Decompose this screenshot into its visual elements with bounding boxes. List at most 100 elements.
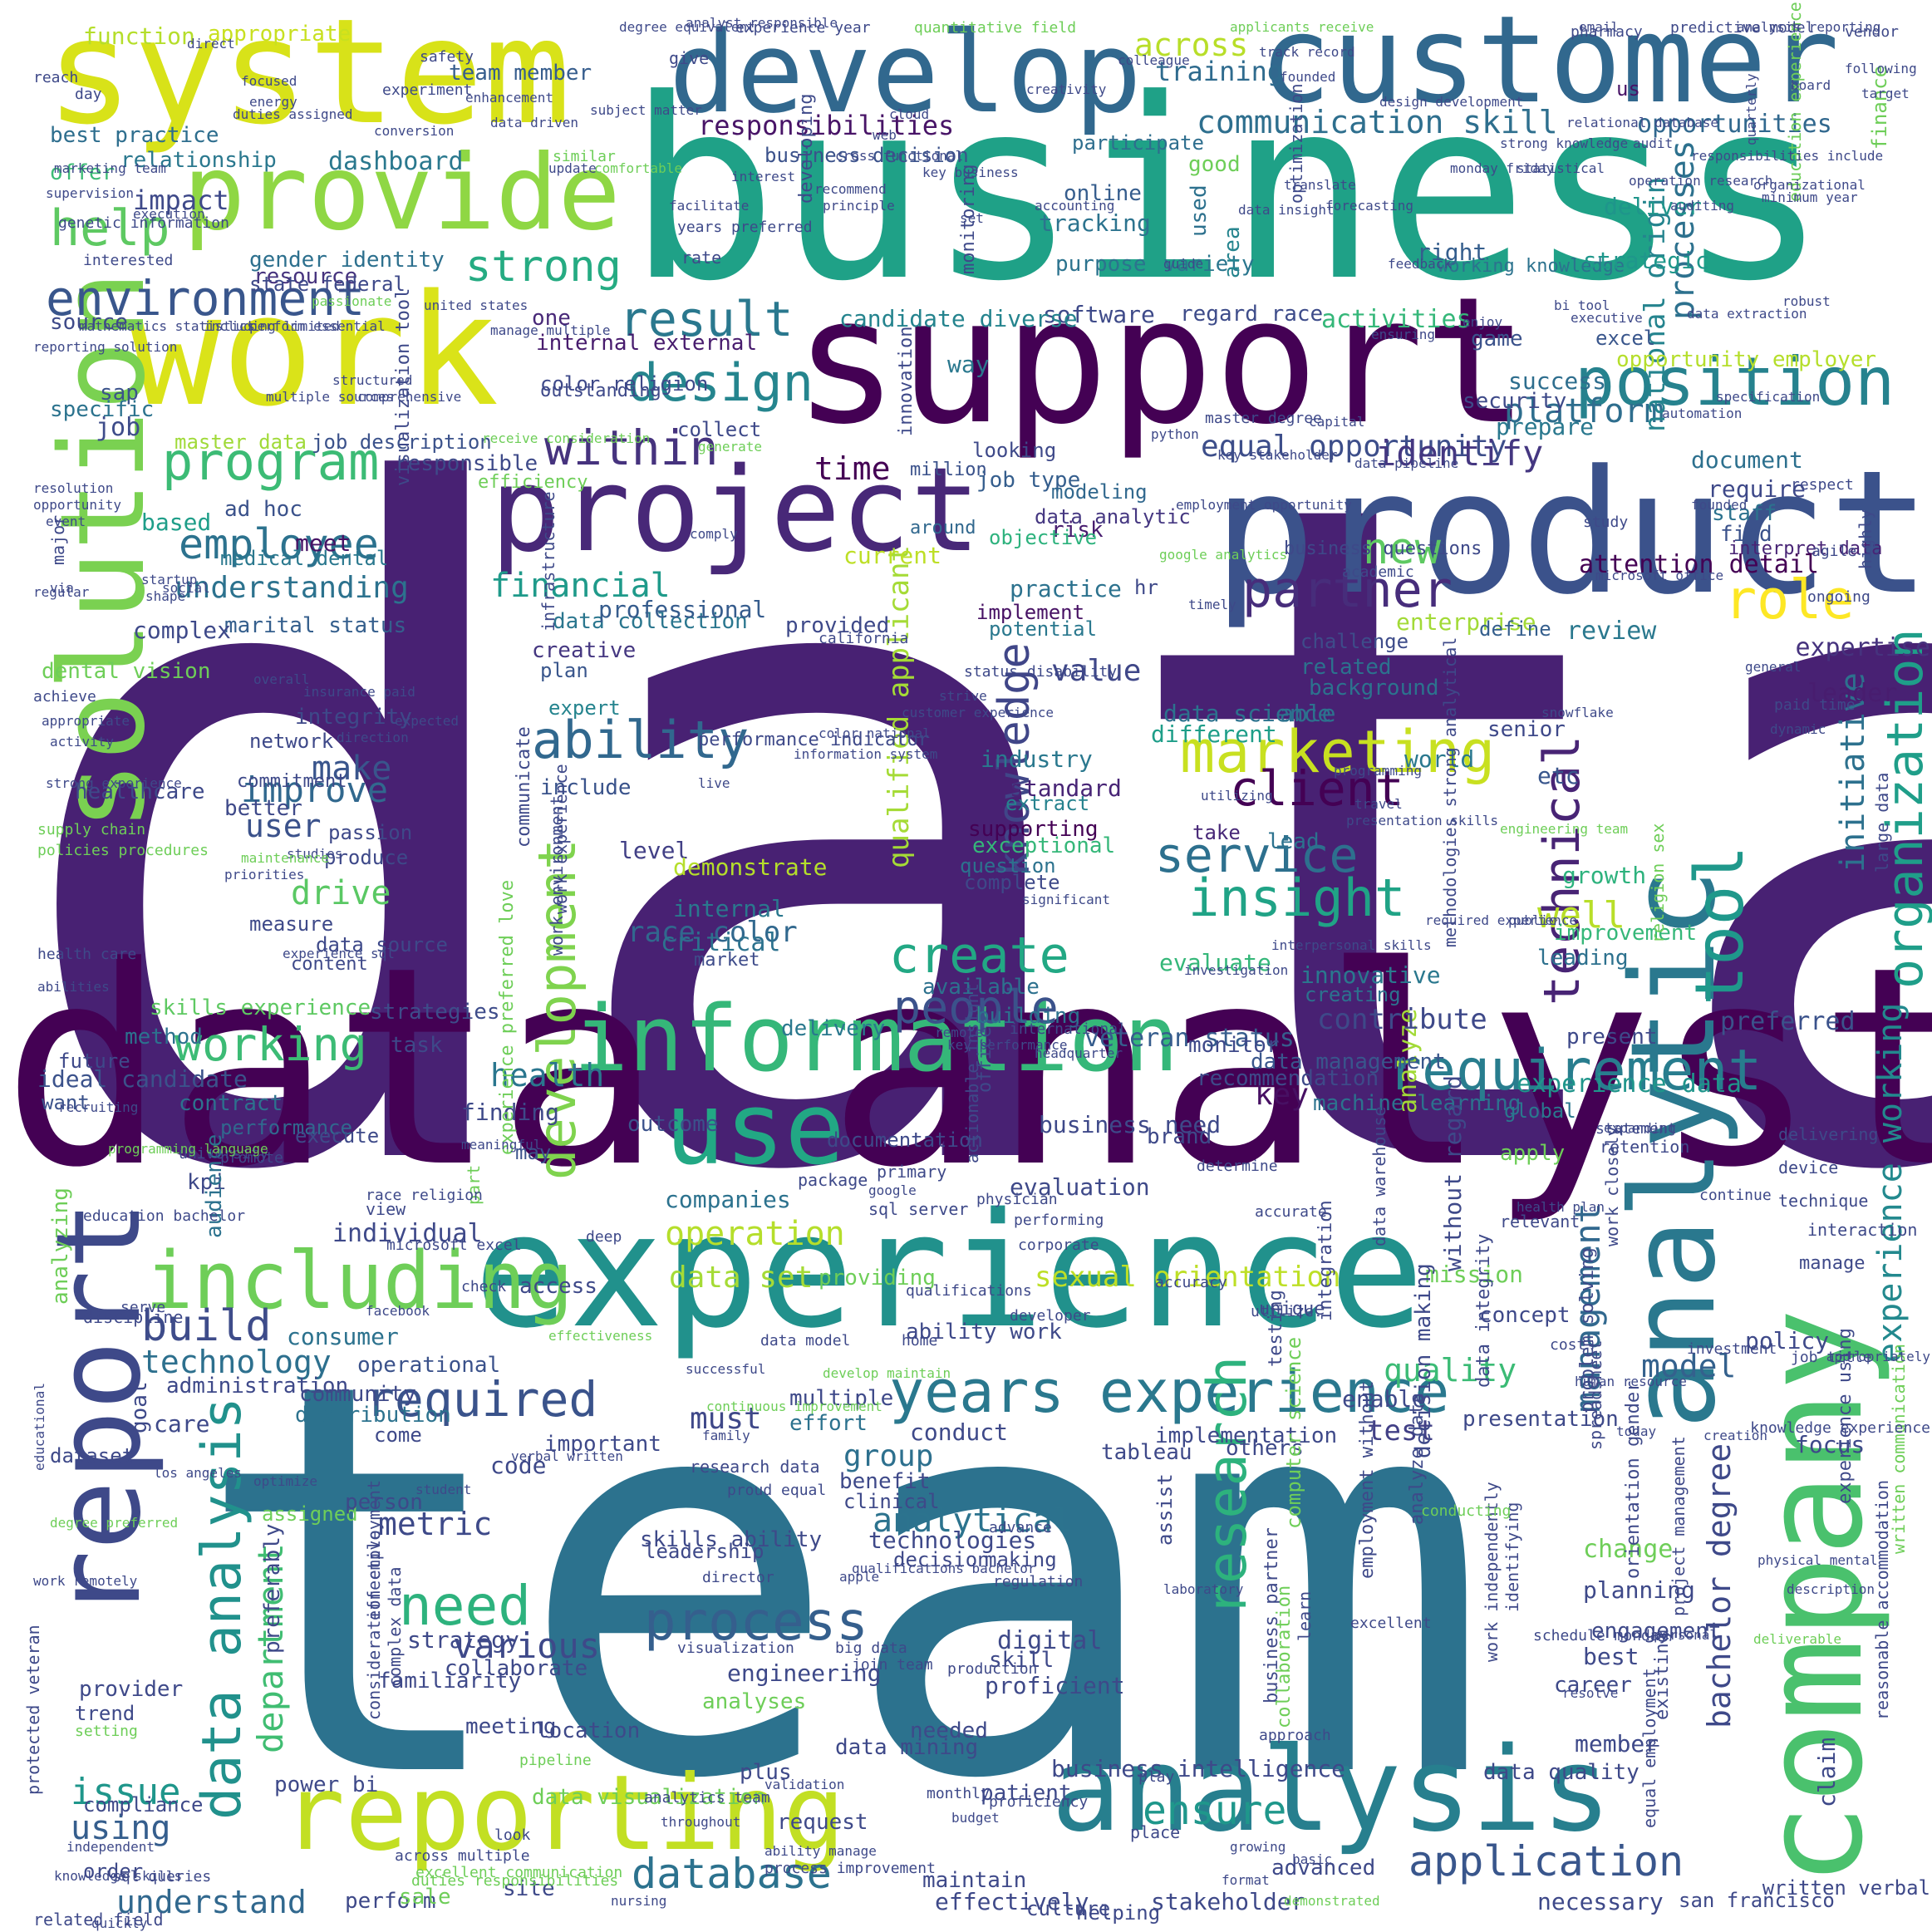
cloud-word: process improvement [764, 1860, 936, 1877]
cloud-word: generate [698, 439, 763, 455]
cloud-word: regard race [1180, 302, 1324, 327]
cloud-word: los angeles [154, 1465, 242, 1481]
cloud-word: monthly [927, 1785, 990, 1802]
cloud-word: duties responsibilities [411, 1872, 619, 1890]
cloud-word: key stakeholder [1217, 447, 1338, 463]
cloud-word: opportunity employer [1616, 347, 1877, 372]
cloud-word: skills experience [150, 995, 371, 1020]
cloud-word: color national [819, 725, 931, 741]
cloud-word: orientation gender [1623, 1380, 1644, 1579]
cloud-word: data extraction [1687, 306, 1807, 322]
cloud-word: enhancement [465, 90, 553, 106]
cloud-word: home [902, 1332, 938, 1349]
cloud-word: specification [1716, 389, 1821, 405]
cloud-word: employment without [1357, 1380, 1378, 1579]
cloud-word: monday friday [1450, 160, 1555, 176]
cloud-word: finance [1868, 65, 1891, 150]
cloud-word: tracking [1039, 209, 1151, 237]
cloud-word: check [461, 1278, 507, 1295]
cloud-word: state federal [249, 273, 406, 296]
cloud-word: request [777, 1810, 868, 1835]
cloud-word: analyzing [48, 1187, 73, 1305]
cloud-word: proficiency [989, 1793, 1089, 1811]
cloud-word: power bi [274, 1772, 379, 1797]
cloud-word: health plan [1517, 1199, 1605, 1215]
cloud-word: research data [690, 1457, 820, 1477]
cloud-word: experience sql [283, 946, 395, 961]
cloud-word: data warehouse [1369, 1106, 1389, 1246]
cloud-word: infrastructure [538, 491, 558, 632]
cloud-word: dental vision [42, 659, 211, 684]
cloud-word: develop maintain [823, 1365, 951, 1381]
cloud-word: visualization [677, 1639, 794, 1657]
cloud-word: place [1130, 1822, 1181, 1842]
cloud-word: perform essential [249, 318, 386, 334]
cloud-word: strong [465, 242, 622, 292]
cloud-word: protected veteran [23, 1625, 43, 1795]
cloud-word: manage multiple [490, 322, 611, 338]
cloud-word: human resource [1575, 1374, 1687, 1389]
cloud-word: stakeholder [1151, 1888, 1305, 1915]
cloud-word: day [75, 86, 102, 103]
cloud-word: etc [1537, 762, 1580, 789]
cloud-word: strategies [370, 1000, 500, 1025]
cloud-word: senior [1487, 717, 1566, 742]
cloud-word: web [873, 127, 897, 143]
cloud-word: practice [1010, 575, 1122, 602]
cloud-word: programming [1334, 763, 1422, 779]
cloud-word: conversion [374, 123, 455, 139]
cloud-word: google [868, 1182, 917, 1198]
cloud-word: determine [1197, 1158, 1278, 1175]
cloud-word: analysis reporting [1737, 19, 1881, 35]
cloud-word: investment [1687, 1340, 1777, 1358]
cloud-word: participate [1072, 131, 1204, 155]
cloud-word: cost [1550, 1336, 1586, 1354]
cloud-word: methodologies strong analytical [1440, 637, 1460, 947]
cloud-word: device [1778, 1158, 1839, 1177]
cloud-word: python [1151, 426, 1199, 442]
cloud-word: maintenance [241, 850, 329, 866]
cloud-word: execution [133, 206, 205, 222]
cloud-word: developer [1010, 1307, 1091, 1325]
cloud-word: interested [83, 252, 174, 269]
cloud-word: performing [1014, 1212, 1104, 1229]
cloud-word: nursing [611, 1893, 667, 1909]
cloud-word: ensuring [1371, 327, 1436, 342]
cloud-word: enjoy [1463, 314, 1503, 330]
cloud-word: budget [951, 1810, 1000, 1826]
cloud-word: operation [665, 1215, 845, 1253]
cloud-word: game [1471, 327, 1523, 351]
cloud-word: expected [395, 713, 460, 729]
cloud-word: good [1188, 152, 1241, 177]
cloud-word: preferably [260, 1523, 285, 1654]
cloud-word: marketing team [54, 160, 166, 176]
cloud-word: successful [686, 1361, 766, 1377]
cloud-word: principle [823, 198, 895, 214]
cloud-word: used [1187, 184, 1212, 237]
cloud-word: business questions [1284, 538, 1482, 559]
cloud-word: organizational [1753, 177, 1866, 193]
cloud-word: resolve [1562, 1685, 1619, 1701]
cloud-word: medical dental [220, 547, 389, 570]
cloud-word: necessary [1537, 1888, 1664, 1915]
cloud-word: present [1566, 1025, 1658, 1050]
cloud-word: quality [1384, 1352, 1517, 1389]
cloud-word: purpose [1055, 252, 1147, 277]
cloud-word: multiple sources [266, 389, 395, 405]
cloud-word: technique [1778, 1191, 1869, 1211]
cloud-word: serve [120, 1299, 166, 1316]
cloud-word: future [58, 1050, 130, 1073]
cloud-word: complex data [385, 1566, 405, 1688]
cloud-word: resolution [33, 480, 114, 496]
cloud-word: via [50, 580, 74, 596]
cloud-word: educational [32, 1383, 47, 1471]
cloud-word: ongoing [1807, 588, 1871, 606]
cloud-word: dashboard [328, 147, 464, 176]
cloud-word: clinical [843, 1490, 940, 1513]
cloud-word: without regard [1439, 1074, 1467, 1271]
cloud-word: strong knowledge [1500, 135, 1629, 151]
cloud-word: based [141, 509, 212, 536]
cloud-word: large data [1872, 772, 1892, 873]
cloud-word: knowledge experience [1750, 1419, 1930, 1437]
cloud-word: family [702, 1428, 750, 1443]
